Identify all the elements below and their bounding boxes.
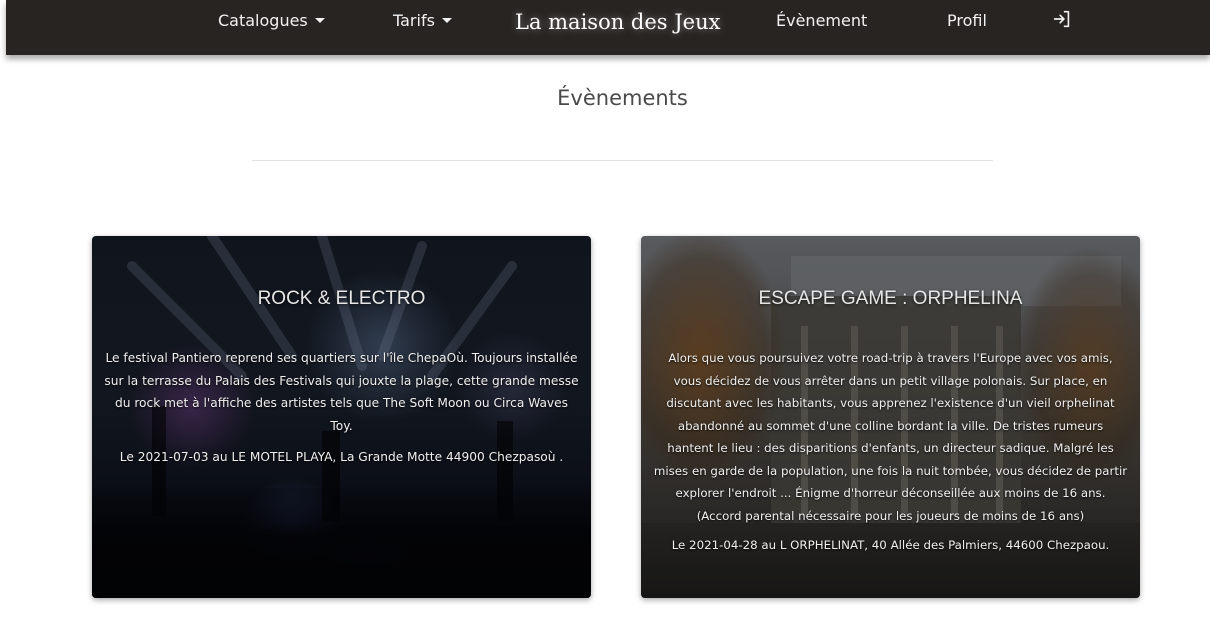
event-title: ROCK & ELECTRO — [257, 288, 426, 309]
nav-evenement-link[interactable]: Évènement — [776, 8, 867, 34]
caret-down-icon — [441, 18, 452, 23]
brand-logo[interactable]: La maison des Jeux — [515, 7, 720, 37]
nav-tarifs-dropdown[interactable]: Tarifs — [393, 8, 452, 34]
nav-profil-link[interactable]: Profil — [947, 8, 987, 34]
page-title: Évènements — [557, 86, 688, 110]
nav-tarifs-label: Tarifs — [393, 11, 435, 30]
event-card-escape-game[interactable]: ESCAPE GAME : ORPHELINA Alors que vous p… — [641, 236, 1140, 598]
event-description: Le festival Pantiero reprend ses quartie… — [104, 351, 579, 433]
card-body: ROCK & ELECTRO Le festival Pantiero repr… — [92, 236, 591, 598]
event-date-location: Le 2021-04-28 au L ORPHELINAT, 40 Allée … — [671, 538, 1110, 552]
event-title: ESCAPE GAME : ORPHELINA — [758, 288, 1023, 309]
event-date-location: Le 2021-07-03 au LE MOTEL PLAYA, La Gran… — [119, 450, 564, 464]
event-card-rock-electro[interactable]: ROCK & ELECTRO Le festival Pantiero repr… — [92, 236, 591, 598]
event-description: Alors que vous poursuivez votre road-tri… — [653, 351, 1128, 523]
caret-down-icon — [314, 18, 325, 23]
title-divider — [252, 160, 993, 161]
login-icon[interactable] — [1051, 8, 1073, 30]
card-body: ESCAPE GAME : ORPHELINA Alors que vous p… — [641, 236, 1140, 598]
nav-catalogues-dropdown[interactable]: Catalogues — [218, 8, 325, 34]
navbar: Catalogues Tarifs La maison des Jeux Évè… — [6, 0, 1210, 55]
nav-catalogues-label: Catalogues — [218, 11, 308, 30]
